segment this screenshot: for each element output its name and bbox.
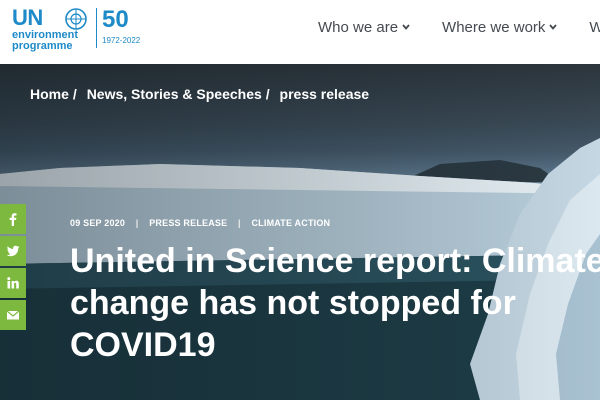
linkedin-icon xyxy=(7,277,19,289)
meta-separator: | xyxy=(135,218,139,228)
logo-un-text: UN xyxy=(12,5,43,30)
chevron-down-icon xyxy=(549,24,558,30)
breadcrumb-separator: / xyxy=(72,86,77,102)
unep-logo[interactable]: UN environment programme 50 1972-2022 xyxy=(12,5,140,58)
logo-divider xyxy=(96,8,97,48)
article-topic[interactable]: CLIMATE ACTION xyxy=(251,218,330,228)
twitter-icon xyxy=(6,245,20,257)
breadcrumb-news[interactable]: News, Stories & Speeches xyxy=(87,86,262,102)
article-meta: 09 SEP 2020 | PRESS RELEASE | CLIMATE AC… xyxy=(70,218,330,228)
breadcrumb-home[interactable]: Home xyxy=(30,86,69,102)
article-type[interactable]: PRESS RELEASE xyxy=(149,218,227,228)
article-title: United in Science report: Climate change… xyxy=(70,242,600,364)
chevron-down-icon xyxy=(402,24,410,30)
facebook-icon xyxy=(9,213,17,226)
breadcrumb-current: press release xyxy=(279,86,370,102)
site-header: UN environment programme 50 1972-2022 Wh… xyxy=(0,0,600,64)
email-icon xyxy=(6,310,20,320)
logo-years: 1972-2022 xyxy=(102,36,141,45)
un-emblem-icon xyxy=(65,8,87,30)
breadcrumb-separator: / xyxy=(265,86,270,102)
meta-separator: | xyxy=(238,218,241,228)
share-facebook-button[interactable] xyxy=(0,204,26,234)
main-nav: Who we are Where we work Wha xyxy=(318,16,600,38)
logo-name: environment programme xyxy=(12,29,79,52)
nav-what-we-do[interactable]: Wha xyxy=(589,16,600,38)
nav-where-we-work[interactable]: Where we work xyxy=(442,16,558,38)
breadcrumb: Home / News, Stories & Speeches / press re… xyxy=(30,86,369,102)
share-linkedin-button[interactable] xyxy=(0,268,26,298)
share-twitter-button[interactable] xyxy=(0,236,26,266)
nav-who-we-are[interactable]: Who we are xyxy=(318,16,410,38)
hero-banner: Home / News, Stories & Speeches / press re… xyxy=(0,64,600,400)
article-date: 09 SEP 2020 xyxy=(70,218,126,228)
share-email-button[interactable] xyxy=(0,300,26,330)
social-share-bar xyxy=(0,204,26,332)
logo-anniversary: 50 xyxy=(102,6,129,33)
